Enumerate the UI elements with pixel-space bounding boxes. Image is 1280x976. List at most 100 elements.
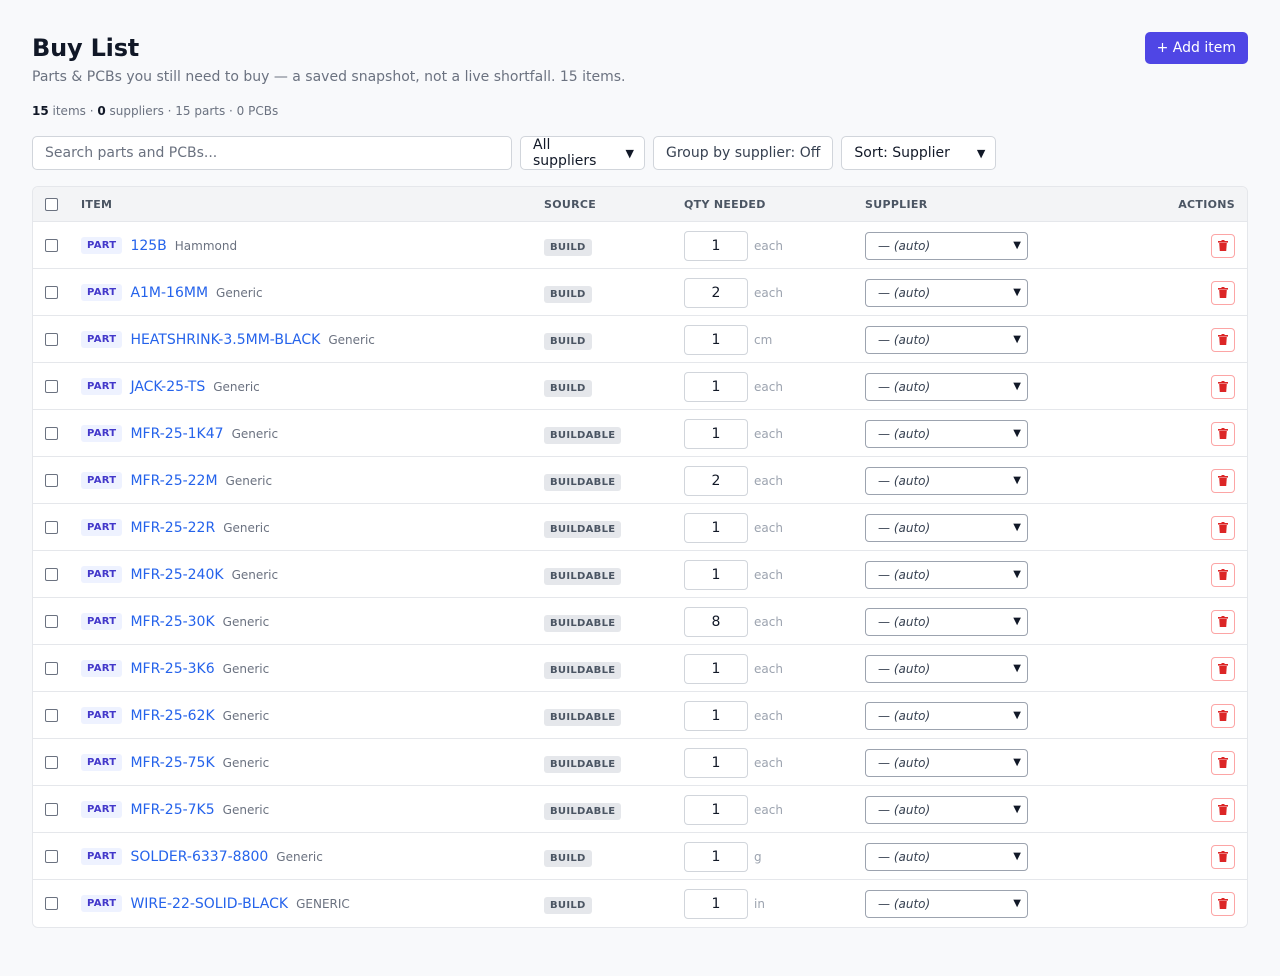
part-name-link[interactable]: MFR-25-3K6 [130,661,214,677]
row-checkbox[interactable] [45,568,58,581]
part-name-link[interactable]: HEATSHRINK-3.5MM-BLACK [130,332,320,348]
delete-button[interactable] [1211,515,1235,540]
part-name-link[interactable]: 125B [130,238,166,254]
source-cell: BUILD [544,880,592,927]
part-name-link[interactable]: JACK-25-TS [130,379,205,395]
qty-input[interactable]: 1 [684,559,748,590]
qty-input[interactable]: 1 [684,841,748,872]
row-checkbox[interactable] [45,239,58,252]
row-checkbox[interactable] [45,850,58,863]
kind-badge: PART [81,895,123,912]
group-by-supplier-toggle[interactable]: Group by supplier: Off [653,136,834,170]
row-checkbox[interactable] [45,897,58,910]
part-name-link[interactable]: MFR-25-1K47 [130,426,223,442]
row-checkbox[interactable] [45,521,58,534]
qty-input[interactable]: 1 [684,888,748,919]
delete-button[interactable] [1211,421,1235,446]
qty-input[interactable]: 1 [684,324,748,355]
supplier-select[interactable]: — (auto) ▼ [865,231,1028,260]
delete-button[interactable] [1211,844,1235,869]
delete-button[interactable] [1211,703,1235,728]
supplier-select[interactable]: — (auto) ▼ [865,607,1028,636]
qty-input[interactable]: 2 [684,277,748,308]
row-checkbox[interactable] [45,662,58,675]
trash-icon [1218,569,1228,580]
row-checkbox[interactable] [45,474,58,487]
unit-label: each [754,567,783,582]
unit-label: in [754,896,765,911]
kind-badge: PART [81,331,123,348]
part-name-link[interactable]: A1M-16MM [130,285,208,301]
part-name-link[interactable]: WIRE-22-SOLID-BLACK [130,896,288,912]
qty-input[interactable]: 1 [684,512,748,543]
part-name-link[interactable]: MFR-25-22M [130,473,217,489]
qty-cell: 1 each [684,551,783,598]
supplier-select[interactable]: — (auto) ▼ [865,278,1028,307]
delete-button[interactable] [1211,468,1235,493]
row-checkbox[interactable] [45,756,58,769]
supplier-select[interactable]: — (auto) ▼ [865,842,1028,871]
supplier-select[interactable]: — (auto) ▼ [865,748,1028,777]
delete-button[interactable] [1211,656,1235,681]
search-input[interactable]: Search parts and PCBs... [32,136,512,170]
delete-button[interactable] [1211,327,1235,352]
delete-button[interactable] [1211,562,1235,587]
qty-input[interactable]: 8 [684,606,748,637]
select-all-checkbox[interactable] [45,198,58,211]
part-name-link[interactable]: MFR-25-22R [130,520,215,536]
supplier-select[interactable]: — (auto) ▼ [865,654,1028,683]
supplier-select[interactable]: — (auto) ▼ [865,889,1028,918]
supplier-select[interactable]: — (auto) ▼ [865,513,1028,542]
supplier-select[interactable]: — (auto) ▼ [865,419,1028,448]
supplier-filter-select[interactable]: All suppliers ▼ [520,136,645,170]
qty-input[interactable]: 1 [684,230,748,261]
item-cell: PART SOLDER-6337-8800 Generic [81,833,323,880]
delete-button[interactable] [1211,233,1235,258]
row-checkbox-cell [45,410,58,457]
table-row: PART 125B Hammond BUILD 1 each — (auto) … [33,222,1247,269]
row-checkbox[interactable] [45,286,58,299]
supplier-select[interactable]: — (auto) ▼ [865,701,1028,730]
row-checkbox[interactable] [45,709,58,722]
part-name-link[interactable]: MFR-25-240K [130,567,223,583]
row-checkbox[interactable] [45,380,58,393]
item-cell: PART HEATSHRINK-3.5MM-BLACK Generic [81,316,375,363]
supplier-cell: — (auto) ▼ [865,551,1028,598]
delete-button[interactable] [1211,750,1235,775]
supplier-select[interactable]: — (auto) ▼ [865,466,1028,495]
supplier-select-value: — (auto) [878,567,931,582]
part-name-link[interactable]: MFR-25-30K [130,614,214,630]
add-item-button[interactable]: + Add item [1144,32,1248,64]
qty-input[interactable]: 1 [684,747,748,778]
manufacturer-label: Generic [231,567,279,582]
qty-input[interactable]: 1 [684,700,748,731]
qty-input[interactable]: 1 [684,371,748,402]
delete-button[interactable] [1211,374,1235,399]
column-header-qty: QTY NEEDED [684,198,766,211]
supplier-select[interactable]: — (auto) ▼ [865,795,1028,824]
part-name-link[interactable]: SOLDER-6337-8800 [130,849,268,865]
qty-input[interactable]: 2 [684,465,748,496]
row-checkbox[interactable] [45,333,58,346]
sort-select[interactable]: Sort: Supplier ▼ [841,136,997,170]
delete-button[interactable] [1211,891,1235,916]
part-name-link[interactable]: MFR-25-62K [130,708,214,724]
actions-cell [1211,692,1235,739]
qty-input[interactable]: 1 [684,794,748,825]
qty-input[interactable]: 1 [684,653,748,684]
supplier-select[interactable]: — (auto) ▼ [865,560,1028,589]
manufacturer-label: Generic [328,332,375,347]
source-cell: BUILD [544,222,592,269]
supplier-select[interactable]: — (auto) ▼ [865,372,1028,401]
row-checkbox[interactable] [45,615,58,628]
supplier-select[interactable]: — (auto) ▼ [865,325,1028,354]
delete-button[interactable] [1211,609,1235,634]
part-name-link[interactable]: MFR-25-75K [130,755,214,771]
qty-input[interactable]: 1 [684,418,748,449]
part-name-link[interactable]: MFR-25-7K5 [130,802,214,818]
delete-button[interactable] [1211,797,1235,822]
row-checkbox[interactable] [45,803,58,816]
row-checkbox[interactable] [45,427,58,440]
source-badge: BUILDABLE [544,615,622,632]
delete-button[interactable] [1211,280,1235,305]
